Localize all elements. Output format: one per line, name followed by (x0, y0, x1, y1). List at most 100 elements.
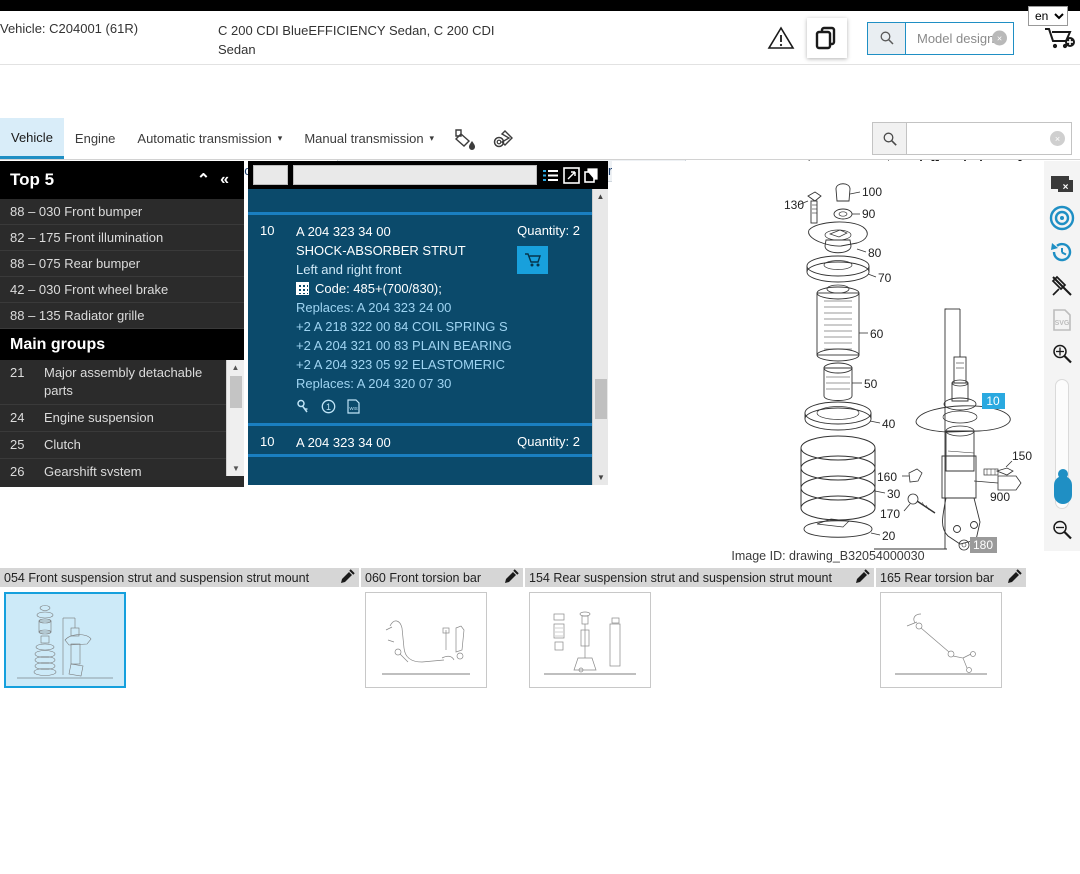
thumbnail-caption: 060 Front torsion bar (361, 568, 525, 587)
main-group-item-26[interactable]: 26 Gearshift system (0, 459, 226, 476)
copy-icon[interactable] (807, 18, 847, 58)
thumbnail-caption: 154 Rear suspension strut and suspension… (525, 568, 876, 587)
thumbnail-image-060[interactable] (365, 592, 487, 688)
bolt-parts-icon[interactable] (485, 118, 525, 159)
part-item-number: 10 (260, 223, 275, 238)
model-search-input-wrap: × (906, 22, 1013, 54)
tab-automatic-transmission[interactable]: Automatic transmission ▾ (126, 118, 293, 159)
scrollbar-thumb[interactable] (595, 379, 607, 419)
part-detail-4[interactable]: Replaces: A 204 320 07 30 (296, 374, 468, 393)
parts-panel-header (248, 161, 608, 189)
image-id-label: Image ID: drawing_B32054000030 (731, 549, 925, 563)
svg-text:10: 10 (986, 394, 1000, 408)
thumbnail-caption-text: 154 Rear suspension strut and suspension… (529, 570, 832, 585)
warning-icon[interactable] (761, 18, 801, 58)
part-detail-3[interactable]: +2 A 204 323 05 92 ELASTOMERIC (296, 355, 505, 374)
thumbnail-060[interactable]: 060 Front torsion bar (361, 568, 525, 688)
tab-search-input[interactable] (907, 123, 1071, 154)
collapse-left-icon[interactable]: « (215, 171, 234, 189)
exploded-parts-diagram[interactable]: 130 100 90 80 70 60 50 40 30 20 10 150 1… (612, 161, 1044, 561)
copy-icon[interactable] (584, 167, 601, 184)
edit-icon[interactable] (1008, 569, 1022, 586)
top5-item-2[interactable]: 88 – 075 Rear bumper (0, 251, 244, 277)
parts-scrollbar[interactable]: ▲ ▼ (592, 189, 608, 485)
main-group-item-21[interactable]: 21 Major assembly detachable parts (0, 360, 226, 405)
thumbnail-154[interactable]: 154 Rear suspension strut and suspension… (525, 568, 876, 688)
language-selector[interactable]: en (1028, 6, 1068, 26)
zoom-out-icon[interactable] (1047, 513, 1077, 547)
parts-row-next[interactable]: 10 A 204 323 34 00 Quantity: 2 (248, 426, 592, 457)
paint-fluid-icon[interactable] (445, 118, 485, 159)
key-icon[interactable] (296, 399, 311, 414)
part-quantity-label: Quantity: 2 (517, 434, 580, 449)
edit-icon[interactable] (505, 569, 519, 586)
app-root: Vehicle: C204001 (61R) C 200 CDI BlueEFF… (0, 0, 1080, 874)
list-view-icon[interactable] (542, 167, 559, 184)
tab-search-button[interactable] (873, 123, 907, 154)
scrollbar-thumb[interactable] (230, 376, 242, 408)
top5-item-4[interactable]: 88 – 135 Radiator grille (0, 303, 244, 329)
thumbnail-strip: 054 Front suspension strut and suspensio… (0, 568, 1080, 688)
main-group-number: 21 (10, 365, 25, 380)
svg-text:50: 50 (864, 377, 878, 391)
scroll-down-icon[interactable]: ▼ (593, 470, 608, 485)
thumbnail-image-054[interactable] (4, 592, 126, 688)
parts-filter-prefix-box[interactable] (253, 165, 288, 185)
technical-drawing-viewer[interactable]: 130 100 90 80 70 60 50 40 30 20 10 150 1… (612, 161, 1044, 561)
tab-list: Vehicle Engine Automatic transmission ▾ … (0, 118, 525, 159)
part-number: A 204 323 34 00 (296, 435, 391, 450)
parts-filter-input[interactable] (294, 166, 536, 184)
thumbnail-image-165[interactable] (880, 592, 1002, 688)
zoom-in-icon[interactable] (1047, 337, 1077, 371)
left-sidebar: Top 5 ⌃ « 88 – 030 Front bumper 82 – 175… (0, 161, 244, 487)
model-search-button[interactable] (868, 22, 906, 54)
model-search-clear-icon[interactable]: × (992, 30, 1007, 46)
thumbnail-caption-text: 060 Front torsion bar (365, 570, 482, 585)
add-to-cart-button[interactable] (517, 246, 549, 274)
part-detail-1[interactable]: +2 A 218 322 00 84 COIL SPRING S (296, 317, 508, 336)
zoom-slider[interactable] (1054, 379, 1072, 509)
edit-icon[interactable] (856, 569, 870, 586)
parts-row-partial[interactable] (248, 189, 592, 215)
top5-item-3[interactable]: 42 – 030 Front wheel brake (0, 277, 244, 303)
main-groups-scrollbar[interactable]: ▲ ▼ (226, 360, 244, 476)
target-icon[interactable] (1047, 201, 1077, 235)
top5-item-1[interactable]: 82 – 175 Front illumination (0, 225, 244, 251)
top5-header: Top 5 ⌃ « (0, 161, 244, 199)
main-group-item-24[interactable]: 24 Engine suspension (0, 405, 226, 432)
scroll-up-icon[interactable]: ▲ (227, 360, 244, 375)
scroll-up-icon[interactable]: ▲ (593, 189, 608, 204)
tab-label: Manual transmission (304, 131, 424, 146)
expand-icon[interactable] (563, 166, 580, 184)
tab-vehicle[interactable]: Vehicle (0, 118, 64, 159)
svg-icon[interactable]: SVG (1047, 303, 1077, 337)
part-detail-2[interactable]: +2 A 204 321 00 83 PLAIN BEARING (296, 336, 512, 355)
part-detail-0[interactable]: Replaces: A 204 323 24 00 (296, 298, 468, 317)
collapse-up-icon[interactable]: ⌃ (192, 170, 215, 190)
tab-search-clear-icon[interactable]: × (1050, 131, 1065, 146)
close-window-icon[interactable]: × (1047, 167, 1077, 201)
tab-engine[interactable]: Engine (64, 118, 126, 159)
svg-text:80: 80 (868, 246, 882, 260)
unpin-icon[interactable] (1047, 269, 1077, 303)
edit-icon[interactable] (341, 569, 355, 586)
parts-row-selected[interactable]: 10 A 204 323 34 00 SHOCK-ABSORBER STRUT … (248, 215, 592, 426)
svg-text:SVG: SVG (1055, 320, 1070, 327)
note-1-icon[interactable]: 1 (321, 399, 336, 414)
thumbnail-165[interactable]: 165 Rear torsion bar (876, 568, 1028, 688)
scroll-down-icon[interactable]: ▼ (227, 461, 244, 476)
code-table-icon[interactable] (296, 282, 309, 295)
thumbnail-054[interactable]: 054 Front suspension strut and suspensio… (0, 568, 361, 688)
top5-item-0[interactable]: 88 – 030 Front bumper (0, 199, 244, 225)
part-main-block: A 204 323 34 00 (296, 433, 468, 452)
parts-filter-input-wrap (293, 165, 537, 185)
main-group-label: Gearshift system (44, 464, 142, 476)
wis-icon[interactable]: WIS (346, 399, 361, 414)
thumbnail-image-154[interactable] (529, 592, 651, 688)
main-group-item-25[interactable]: 25 Clutch (0, 432, 226, 459)
history-icon[interactable] (1047, 235, 1077, 269)
top-black-strip (0, 0, 1080, 11)
zoom-slider-handle[interactable] (1054, 469, 1072, 504)
tab-manual-transmission[interactable]: Manual transmission ▾ (293, 118, 445, 159)
top5-title: Top 5 (10, 170, 55, 189)
